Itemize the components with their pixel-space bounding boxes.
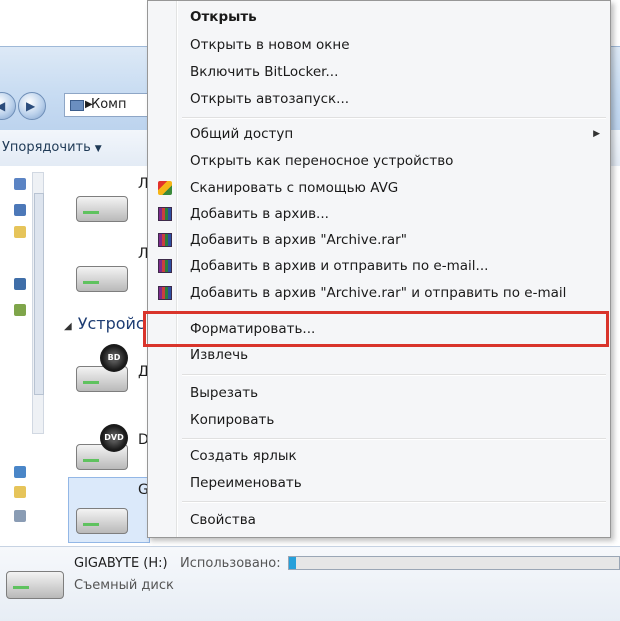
- submenu-arrow-icon: ▶: [593, 129, 600, 139]
- dvd-disc-icon: DVD: [100, 424, 128, 452]
- menu-item-label: Копировать: [190, 412, 275, 428]
- drive-icon[interactable]: [14, 510, 26, 522]
- removable-drive-icon: [6, 571, 64, 599]
- menu-item-label: Сканировать с помощью AVG: [190, 180, 399, 196]
- menu-item-label: Свойства: [190, 512, 256, 528]
- favorites-icon[interactable]: [14, 178, 26, 190]
- menu-item-label: Открыть автозапуск...: [190, 91, 350, 107]
- devices-group-header[interactable]: ◢ Устройс: [64, 314, 145, 333]
- menu-item-label: Включить BitLocker...: [190, 64, 339, 80]
- network-icon[interactable]: [14, 466, 26, 478]
- menu-item-label: Создать ярлык: [190, 448, 297, 464]
- chevron-down-icon: ▼: [94, 144, 102, 154]
- forward-button[interactable]: ▶: [18, 92, 46, 120]
- menu-item-portable-device[interactable]: Открыть как переносное устройство: [148, 149, 610, 173]
- menu-item-archive-email[interactable]: Добавить в архив и отправить по e-mail..…: [148, 254, 610, 278]
- menu-item-label: Открыть в новом окне: [190, 37, 350, 53]
- folder-icon[interactable]: [14, 226, 26, 238]
- menu-item-bitlocker[interactable]: Включить BitLocker...: [148, 60, 610, 84]
- menu-separator: [182, 438, 606, 440]
- winrar-icon: [158, 286, 172, 300]
- winrar-icon: [158, 207, 172, 221]
- menu-item-cut[interactable]: Вырезать: [148, 381, 610, 405]
- menu-item-create-shortcut[interactable]: Создать ярлык: [148, 444, 610, 468]
- scrollbar-thumb[interactable]: [34, 193, 44, 395]
- menu-item-share[interactable]: Общий доступ ▶: [148, 122, 610, 146]
- menu-item-label: Переименовать: [190, 475, 302, 491]
- avg-icon: [158, 181, 172, 195]
- desktop-icon[interactable]: [14, 204, 26, 216]
- breadcrumb-chevron-icon: ▶: [85, 99, 93, 110]
- network-icon[interactable]: [14, 304, 26, 316]
- details-drive-type: Съемный диск: [74, 578, 174, 593]
- menu-separator: [182, 117, 606, 119]
- menu-item-autoplay[interactable]: Открыть автозапуск...: [148, 87, 610, 111]
- back-arrow-icon: ◀: [0, 99, 6, 113]
- menu-separator: [182, 374, 606, 376]
- menu-item-label: Добавить в архив и отправить по e-mail..…: [190, 258, 489, 274]
- menu-item-label: Добавить в архив "Archive.rar" и отправи…: [190, 285, 567, 301]
- menu-item-label: Добавить в архив...: [190, 206, 329, 222]
- address-bar[interactable]: ▶ Комп: [64, 93, 154, 117]
- organize-label: Упорядочить: [2, 140, 91, 155]
- menu-item-scan-avg[interactable]: Сканировать с помощью AVG: [148, 176, 610, 200]
- navigation-scrollbar[interactable]: [32, 172, 44, 434]
- winrar-icon: [158, 259, 172, 273]
- bd-disc-icon: BD: [100, 344, 128, 372]
- format-highlight-box: [143, 311, 609, 347]
- menu-item-label: Вырезать: [190, 385, 259, 401]
- menu-item-label: Извлечь: [190, 347, 249, 363]
- winrar-icon: [158, 233, 172, 247]
- menu-separator: [182, 501, 606, 503]
- removable-drive-icon[interactable]: [76, 508, 128, 534]
- menu-item-rename[interactable]: Переименовать: [148, 471, 610, 495]
- context-menu: Открыть Открыть в новом окне Включить Bi…: [147, 0, 611, 538]
- menu-item-label: Общий доступ: [190, 126, 294, 142]
- folder-icon[interactable]: [14, 486, 26, 498]
- menu-item-copy[interactable]: Копировать: [148, 408, 610, 432]
- computer-icon[interactable]: [14, 278, 26, 290]
- hard-drive-icon[interactable]: [76, 196, 128, 222]
- menu-item-label: Открыть: [190, 9, 257, 25]
- forward-arrow-icon: ▶: [26, 99, 36, 113]
- computer-icon: [70, 100, 84, 111]
- menu-item-properties[interactable]: Свойства: [148, 508, 610, 532]
- menu-item-open[interactable]: Открыть: [148, 5, 610, 29]
- collapse-triangle-icon: ◢: [64, 321, 72, 332]
- details-drive-name: GIGABYTE (H:): [74, 556, 168, 571]
- address-text: Комп: [91, 97, 127, 112]
- group-header-text: Устройс: [77, 314, 145, 333]
- hard-drive-icon[interactable]: [76, 266, 128, 292]
- details-used-label: Использовано:: [180, 556, 281, 571]
- menu-item-add-archive-rar[interactable]: Добавить в архив "Archive.rar": [148, 228, 610, 252]
- usage-progress-fill: [289, 557, 296, 569]
- menu-item-label: Добавить в архив "Archive.rar": [190, 232, 407, 248]
- menu-item-open-new-window[interactable]: Открыть в новом окне: [148, 33, 610, 57]
- usage-progress-bar: [288, 556, 620, 570]
- menu-item-archive-rar-email[interactable]: Добавить в архив "Archive.rar" и отправи…: [148, 281, 610, 305]
- menu-item-add-archive[interactable]: Добавить в архив...: [148, 202, 610, 226]
- menu-item-label: Открыть как переносное устройство: [190, 153, 454, 169]
- organize-button[interactable]: Упорядочить ▼: [2, 140, 102, 155]
